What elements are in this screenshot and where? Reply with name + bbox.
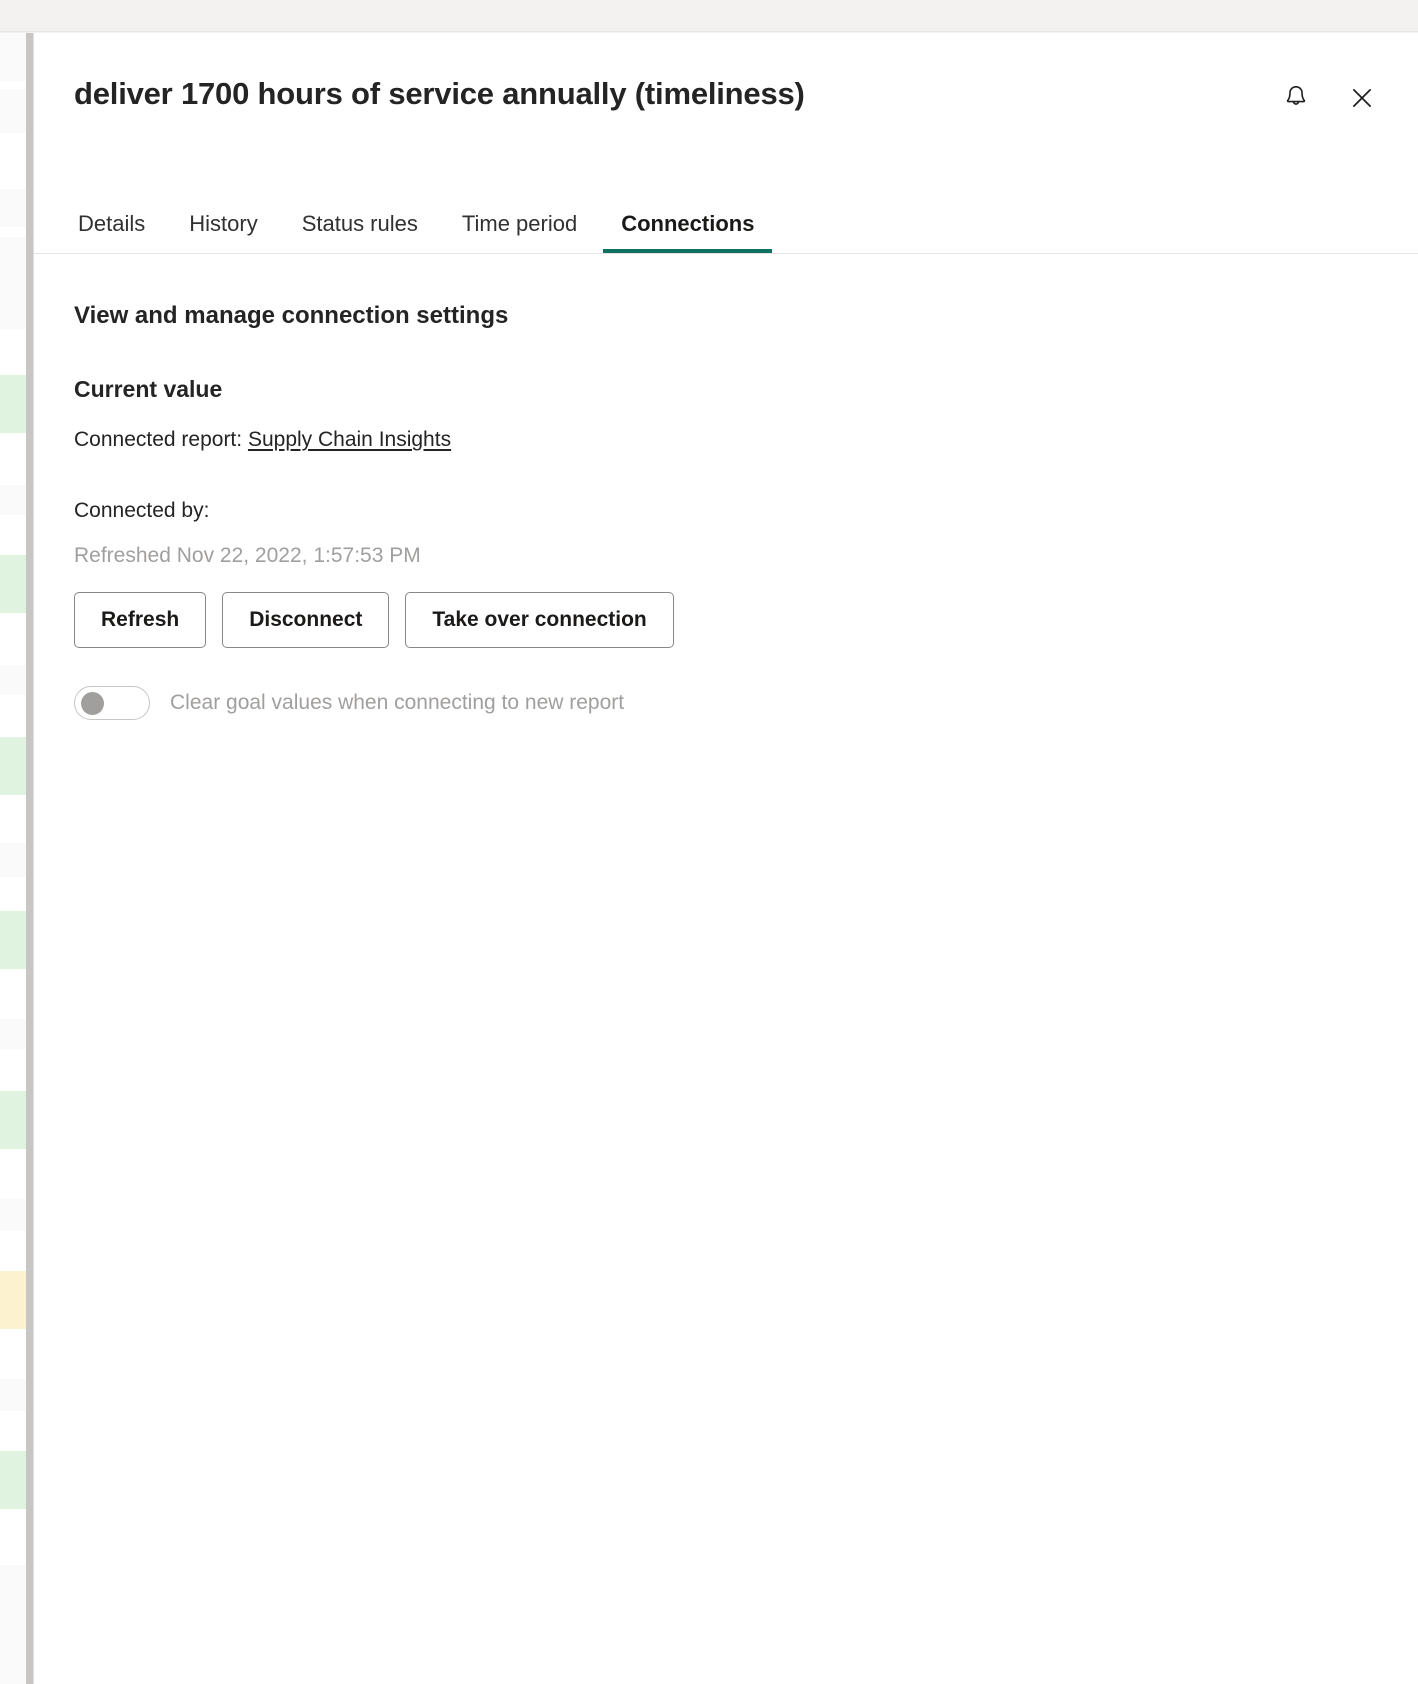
background-row [0, 237, 26, 329]
background-row [0, 1329, 26, 1379]
background-scorecard-strip [0, 33, 26, 1684]
background-row [0, 1411, 26, 1451]
connected-by-row: Connected by: [74, 496, 1378, 525]
tab-status-rules[interactable]: Status rules [280, 203, 440, 253]
clear-goal-values-label: Clear goal values when connecting to new… [170, 690, 625, 714]
header-actions [1278, 81, 1380, 117]
toggle-knob [81, 691, 104, 715]
background-row [0, 1019, 26, 1049]
background-row [0, 613, 26, 665]
background-row [0, 1049, 26, 1091]
connection-actions: Refresh Disconnect Take over connection [74, 591, 1378, 648]
notification-bell-button[interactable] [1278, 81, 1314, 117]
background-row [0, 1091, 26, 1149]
background-row [0, 433, 26, 485]
background-row [0, 665, 26, 695]
close-icon [1349, 85, 1375, 114]
current-value-heading: Current value [74, 376, 223, 402]
background-row [0, 485, 26, 515]
background-row [0, 1565, 26, 1684]
refreshed-timestamp: Refreshed Nov 22, 2022, 1:57:53 PM [74, 543, 421, 567]
background-row [0, 1509, 26, 1565]
background-row [0, 89, 26, 133]
background-row [0, 695, 26, 737]
app-root: deliver 1700 hours of service annually (… [0, 0, 1418, 1684]
page-title: deliver 1700 hours of service annually (… [74, 76, 805, 111]
background-row [0, 189, 26, 227]
background-row [0, 969, 26, 1019]
tab-details[interactable]: Details [74, 203, 167, 253]
background-row [0, 1379, 26, 1411]
background-row [0, 1199, 26, 1231]
background-row [0, 911, 26, 969]
background-row [0, 795, 26, 843]
background-row [0, 329, 26, 375]
background-row [0, 133, 26, 189]
background-row [0, 515, 26, 555]
background-row [0, 1271, 26, 1329]
background-row [0, 843, 26, 877]
connections-panel: deliver 1700 hours of service annually (… [33, 33, 1418, 1684]
tab-history[interactable]: History [167, 203, 279, 253]
tab-time-period[interactable]: Time period [440, 203, 599, 253]
clear-goal-values-row: Clear goal values when connecting to new… [74, 685, 1378, 720]
panel-header: deliver 1700 hours of service annually (… [34, 33, 1418, 254]
tab-connections[interactable]: Connections [599, 203, 776, 253]
background-topbar [0, 0, 1418, 32]
bell-icon [1283, 84, 1309, 115]
background-row [0, 375, 26, 433]
section-heading: View and manage connection settings [74, 302, 509, 329]
background-row [0, 227, 26, 237]
tab-bar: Details History Status rules Time period Con… [74, 203, 776, 253]
background-row [0, 81, 26, 89]
background-row [0, 1149, 26, 1199]
close-button[interactable] [1344, 81, 1380, 117]
connected-report-label: Connected report: [74, 428, 243, 451]
disconnect-button[interactable]: Disconnect [222, 591, 390, 648]
background-row [0, 555, 26, 613]
background-row [0, 1451, 26, 1509]
background-row [0, 33, 26, 81]
refresh-button[interactable]: Refresh [74, 591, 207, 648]
background-row [0, 1231, 26, 1271]
panel-body: View and manage connection settings Curr… [34, 254, 1418, 720]
connected-report-link[interactable]: Supply Chain Insights [248, 428, 451, 451]
clear-goal-values-toggle[interactable] [74, 685, 150, 720]
connected-report-row: Connected report: Supply Chain Insights [74, 425, 1378, 454]
background-row [0, 877, 26, 911]
panel-left-divider [26, 33, 33, 1684]
background-row [0, 737, 26, 795]
connected-by-label: Connected by: [74, 499, 210, 523]
take-over-connection-button[interactable]: Take over connection [405, 591, 674, 648]
